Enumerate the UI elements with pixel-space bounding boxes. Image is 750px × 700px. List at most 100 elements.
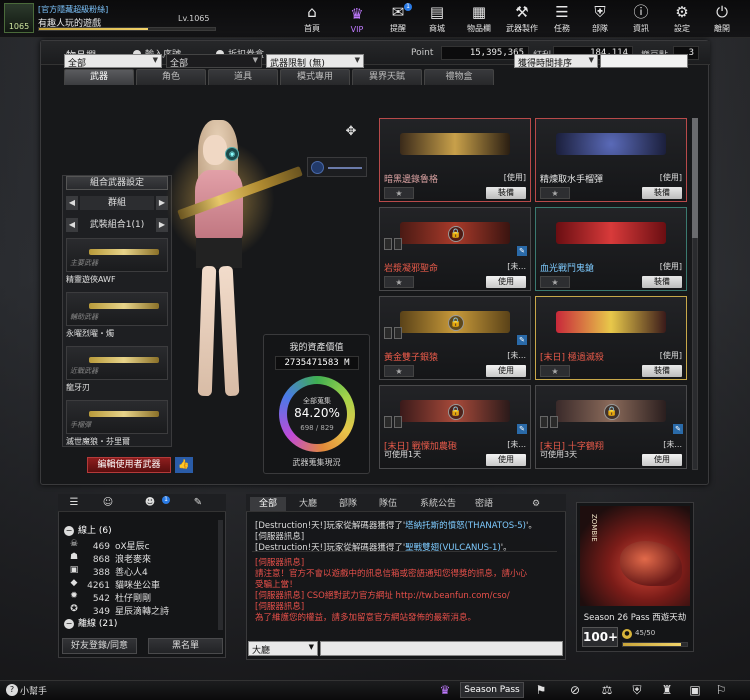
friend-group-tab-icon[interactable]: ☺ [96,497,120,509]
weapon-card[interactable]: 🔒 ✎ [末日] 十字鶴翔 [未... 可使用3天 使用 [535,385,687,469]
combo-weapon-settings-button[interactable]: 組合武器設定 [66,176,168,190]
nav-inventory[interactable]: ▦ 物品欄 [461,0,497,38]
weapon-action-button[interactable]: 使用 [486,276,526,288]
tab-0[interactable]: 武器 [64,69,134,85]
tab-1[interactable]: 角色 [136,69,206,85]
held-weapon-preview[interactable] [307,157,367,177]
chat-tab-0[interactable]: 全部 [250,497,286,511]
favorite-star-icon[interactable]: ★ [540,276,570,288]
weapon-card[interactable]: 暗黑邊錄魯格 [使用] ★ 裝備 [379,118,531,202]
favorite-star-icon[interactable]: ★ [384,365,414,377]
friend-list-item[interactable]: ▣ 388 善心人4 [68,565,148,578]
favorite-star-icon[interactable]: ★ [384,187,414,199]
weapon-card[interactable]: [末日] 極過滅殺 [使用] ★ 裝備 [535,296,687,380]
balance-icon[interactable]: ⚖ [598,682,616,698]
shield-icon[interactable]: ⛨ [628,682,646,698]
wrench-icon[interactable]: ✎ [517,335,527,345]
chat-tab-2[interactable]: 部隊 [330,497,366,511]
weapon-restriction-filter[interactable]: 武器限制 (無) ▼ [266,54,364,69]
favorite-star-icon[interactable]: ★ [540,365,570,377]
chat-item-link[interactable]: 塔納托斯的憤怒(THANATOS-5) [405,521,526,531]
weapon-action-button[interactable]: 使用 [486,454,526,466]
weapon-action-button[interactable]: 裝備 [642,187,682,199]
events-icon[interactable]: ⚐ [712,682,730,698]
search-input[interactable] [600,54,688,68]
subcategory-filter[interactable]: 全部 ▼ [166,54,262,69]
weapon-card[interactable]: 🔒 ✎ 岩漿凝邪聖命 [未... ★ 使用 [379,207,531,291]
loadout-slot[interactable]: 主要武器 [66,238,168,272]
wrench-icon[interactable]: ✎ [517,424,527,434]
write-message-tab-icon[interactable]: ✎ [186,497,210,509]
weapon-action-button[interactable]: 裝備 [486,187,526,199]
move-arrows-icon[interactable]: ✥ [343,124,359,140]
friend-list-item[interactable]: ☠ 469 oX星辰c [68,539,150,552]
sort-select[interactable]: 獲得時間排序 ▼ [514,54,598,69]
weapon-action-button[interactable]: 使用 [486,365,526,377]
chat-tab-5[interactable]: 密語 [466,497,502,511]
chat-tab-1[interactable]: 大廳 [290,497,326,511]
nav-shop[interactable]: ▤ 商城 [419,0,455,38]
ranking-icon[interactable]: ⚑ [532,682,550,698]
favorite-star-icon[interactable]: ★ [540,187,570,199]
chat-tab-4[interactable]: 系統公告 [414,497,462,511]
compass-icon[interactable]: ⊘ [566,682,584,698]
season-pass-art[interactable]: ZOMBIE [580,506,690,606]
nav-vip-crown[interactable]: ♛ VIP [339,0,375,38]
blacklist-button[interactable]: 黑名單 [148,638,223,654]
nav-home[interactable]: ⌂ 首頁 [294,0,330,38]
season-pass-button[interactable]: Season Pass [460,682,524,698]
tab-3[interactable]: 模式專用 [280,69,350,85]
weapon-grid-scroll-thumb[interactable] [692,118,698,238]
favorite-star-icon[interactable]: ★ [384,276,414,288]
gift-icon[interactable]: ▣ [686,682,704,698]
online-group-header[interactable]: − 線上 (6) [64,523,112,536]
weapon-card[interactable]: 🔒 ✎ 黃金雙子銀猿 [未... ★ 使用 [379,296,531,380]
wrench-icon[interactable]: ✎ [673,424,683,434]
weapon-card[interactable]: 血光戰鬥鬼鎗 [使用] ★ 裝備 [535,207,687,291]
friend-list-item[interactable]: ◆ 4261 貓咪坐公車 [68,578,160,591]
friend-name: 浪老麥來 [115,555,152,565]
add-friend-button[interactable]: 好友登錄/同意 [62,638,137,654]
nav-exit[interactable]: ⏻ 離開 [704,0,740,38]
tab-5[interactable]: 禮物盒 [424,69,494,85]
weapon-card[interactable]: 🔒 ✎ [末日] 戰慄加農砲 [未... 可使用1天 使用 [379,385,531,469]
set-prev-button[interactable]: ◀ [66,218,78,232]
tab-2[interactable]: 道具 [208,69,278,85]
helper-button[interactable]: 小幫手 [20,684,47,697]
weapon-action-button[interactable]: 裝備 [642,276,682,288]
offline-group-header[interactable]: − 離線 (21) [64,616,117,629]
weapon-action-button[interactable]: 使用 [642,454,682,466]
nav-clan[interactable]: ⛨ 部隊 [582,0,618,38]
friends-scrollbar[interactable] [218,520,223,630]
lock-icon: 🔒 [448,404,464,420]
chat-tab-3[interactable]: 隊伍 [370,497,406,511]
friend-list-item[interactable]: ✪ 349 星辰滴轉之詩 [68,604,169,617]
chat-input[interactable] [320,641,563,656]
camera-toggle-icon[interactable]: ◉ [225,147,239,161]
chat-channel-select[interactable]: 大廳 ▼ [248,641,318,656]
friends-list-tab-icon[interactable]: ☰ [62,497,86,509]
wrench-icon[interactable]: ✎ [517,246,527,256]
friend-list-item[interactable]: ☗ 868 浪老麥來 [68,552,152,565]
tab-4[interactable]: 異界天賦 [352,69,422,85]
friend-list-item[interactable]: ✹ 542 杜仔剛剛 [68,591,151,604]
friend-request-tab-icon[interactable]: ☻ [138,497,162,509]
helper-icon[interactable]: ? [6,684,18,696]
thumbs-up-icon[interactable]: 👍 [175,457,193,473]
loadout-slot[interactable]: 近戰武器 [66,346,168,380]
category-filter[interactable]: 全部 ▼ [64,54,162,69]
trophy-icon[interactable]: ♜ [658,682,676,698]
weapon-action-button[interactable]: 裝備 [642,365,682,377]
weapon-card[interactable]: 精煉取水手榴彈 [使用] ★ 裝備 [535,118,687,202]
group-prev-button[interactable]: ◀ [66,196,78,210]
nav-mission[interactable]: ☰ 任務 [544,0,580,38]
edit-user-weapon-button[interactable]: 編輯使用者武器 [87,457,171,473]
nav-crafting[interactable]: ⚒ 武器製作 [504,0,540,38]
loadout-slot[interactable]: 輔助武器 [66,292,168,326]
vip-crown-icon[interactable]: ♛ [436,682,454,698]
nav-info[interactable]: ⓘ 資訊 [623,0,659,38]
nav-gear[interactable]: ⚙ 設定 [664,0,700,38]
loadout-slot[interactable]: 手榴彈 [66,400,168,434]
nav-bell[interactable]: ✉ 提醒 1 [380,0,416,38]
chat-settings-icon[interactable]: ⚙ [524,497,548,511]
